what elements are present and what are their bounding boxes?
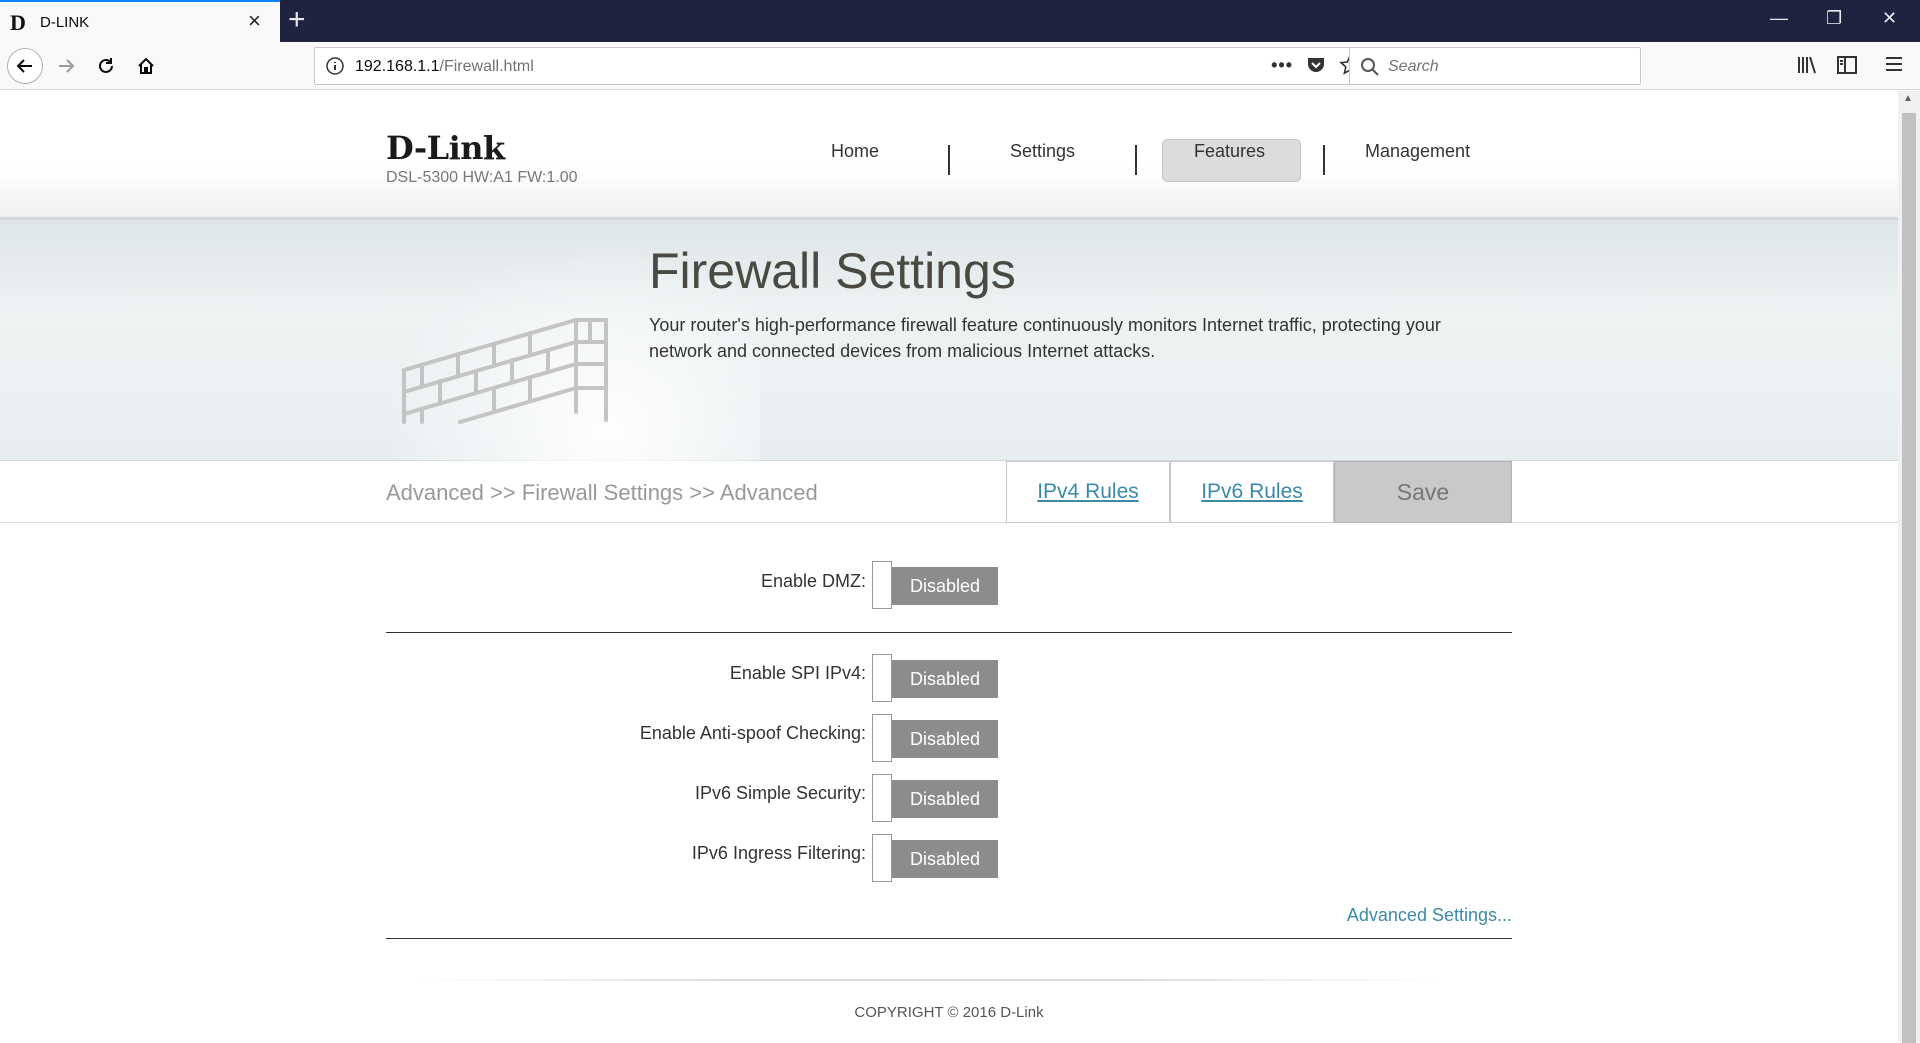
- spi-ipv4-label: Enable SPI IPv4:: [729, 663, 866, 683]
- url-path: /Firewall.html: [439, 58, 534, 75]
- ipv6-ingress-filtering-label: IPv6 Ingress Filtering:: [691, 843, 866, 863]
- anti-spoof-label: Enable Anti-spoof Checking:: [639, 723, 866, 743]
- toggle-state[interactable]: Disabled: [892, 567, 998, 605]
- ipv6-rules-link[interactable]: IPv6 Rules: [1170, 461, 1334, 523]
- breadcrumb-bar: Advanced >> Firewall Settings >> Advance…: [0, 461, 1898, 523]
- breadcrumb: Advanced >> Firewall Settings >> Advance…: [386, 480, 818, 505]
- scrollbar-thumb[interactable]: [1902, 113, 1916, 1043]
- toggle-state[interactable]: Disabled: [892, 780, 998, 818]
- toggle-knob[interactable]: [872, 561, 892, 609]
- model-info: DSL-5300 HW:A1 FW:1.00: [386, 169, 578, 186]
- section-divider: [386, 632, 1512, 633]
- scroll-up-icon[interactable]: ▲: [1903, 93, 1913, 104]
- menu-home[interactable]: Home: [831, 141, 879, 165]
- search-placeholder: Search: [1388, 58, 1439, 75]
- page-title: Firewall Settings: [649, 243, 1016, 299]
- tab-title: D-LINK: [40, 14, 90, 31]
- close-window-icon[interactable]: ✕: [1882, 8, 1897, 29]
- tab-close-icon[interactable]: ×: [248, 10, 261, 32]
- page-viewport: D-Link DSL-5300 HW:A1 FW:1.00 Home Setti…: [0, 91, 1898, 1042]
- dmz-toggle[interactable]: Disabled: [872, 561, 998, 609]
- new-tab-icon[interactable]: +: [288, 4, 306, 36]
- site-info-icon[interactable]: [325, 56, 345, 81]
- hamburger-menu-icon[interactable]: [1884, 54, 1904, 79]
- library-icon[interactable]: [1796, 54, 1818, 81]
- anti-spoof-toggle[interactable]: Disabled: [872, 714, 998, 762]
- toggle-knob[interactable]: [872, 654, 892, 702]
- toggle-knob[interactable]: [872, 834, 892, 882]
- toggle-knob[interactable]: [872, 774, 892, 822]
- footer-divider: [420, 979, 1440, 981]
- brick-wall-icon: [402, 318, 608, 424]
- menu-settings[interactable]: Settings: [1010, 141, 1075, 165]
- reload-button[interactable]: [88, 48, 124, 84]
- toggle-state[interactable]: Disabled: [892, 660, 998, 698]
- menu-divider: [948, 145, 950, 175]
- toggle-knob[interactable]: [872, 714, 892, 762]
- firewall-banner: Firewall Settings Your router's high-per…: [0, 217, 1898, 480]
- dmz-label: Enable DMZ:: [760, 571, 866, 591]
- browser-tab-strip: D D-LINK × + — ❐ ✕: [0, 0, 1920, 42]
- ipv6-simple-security-label: IPv6 Simple Security:: [694, 783, 866, 803]
- sidebar-icon[interactable]: [1836, 54, 1858, 81]
- toggle-state[interactable]: Disabled: [892, 840, 998, 878]
- menu-management[interactable]: Management: [1365, 141, 1470, 165]
- url-bar[interactable]: 192.168.1.1/Firewall.html •••: [314, 47, 1370, 85]
- page-scrollbar[interactable]: ▲: [1898, 91, 1920, 1043]
- restore-icon[interactable]: ❐: [1826, 8, 1842, 29]
- toggle-state[interactable]: Disabled: [892, 720, 998, 758]
- menu-divider: [1323, 145, 1325, 175]
- spi-ipv4-toggle[interactable]: Disabled: [872, 654, 998, 702]
- page-description: Your router's high-performance firewall …: [649, 315, 1441, 361]
- ipv6-ingress-filtering-toggle[interactable]: Disabled: [872, 834, 998, 882]
- menu-features[interactable]: Features: [1194, 141, 1265, 165]
- pocket-icon[interactable]: [1305, 54, 1327, 76]
- section-divider: [386, 938, 1512, 939]
- ipv4-rules-link[interactable]: IPv4 Rules: [1006, 461, 1170, 523]
- browser-tab[interactable]: D D-LINK ×: [0, 0, 280, 42]
- forward-arrow-icon: [59, 59, 75, 73]
- ipv6-simple-security-toggle[interactable]: Disabled: [872, 774, 998, 822]
- advanced-settings-link[interactable]: Advanced Settings...: [1340, 905, 1512, 926]
- search-bar[interactable]: Search: [1349, 47, 1641, 85]
- back-arrow-icon: [16, 59, 32, 73]
- save-button[interactable]: Save: [1334, 461, 1512, 523]
- home-button[interactable]: [128, 48, 164, 84]
- menu-divider: [1135, 145, 1137, 175]
- url-text[interactable]: 192.168.1.1/Firewall.html: [355, 58, 534, 76]
- browser-toolbar: 192.168.1.1/Firewall.html ••• Search: [0, 42, 1920, 90]
- search-icon: [1360, 57, 1380, 82]
- page-actions-icon[interactable]: •••: [1271, 55, 1293, 76]
- router-header: D-Link DSL-5300 HW:A1 FW:1.00 Home Setti…: [0, 91, 1898, 217]
- copyright: COPYRIGHT © 2016 D-Link: [854, 1004, 1044, 1021]
- dlink-logo[interactable]: D-Link: [386, 129, 505, 167]
- minimize-icon[interactable]: —: [1770, 8, 1788, 29]
- forward-button[interactable]: [48, 48, 84, 84]
- dlink-favicon-icon: D: [10, 10, 26, 35]
- url-host: 192.168.1.1: [355, 58, 440, 75]
- reload-icon: [99, 58, 113, 73]
- home-icon: [138, 57, 154, 74]
- back-button[interactable]: [7, 48, 43, 84]
